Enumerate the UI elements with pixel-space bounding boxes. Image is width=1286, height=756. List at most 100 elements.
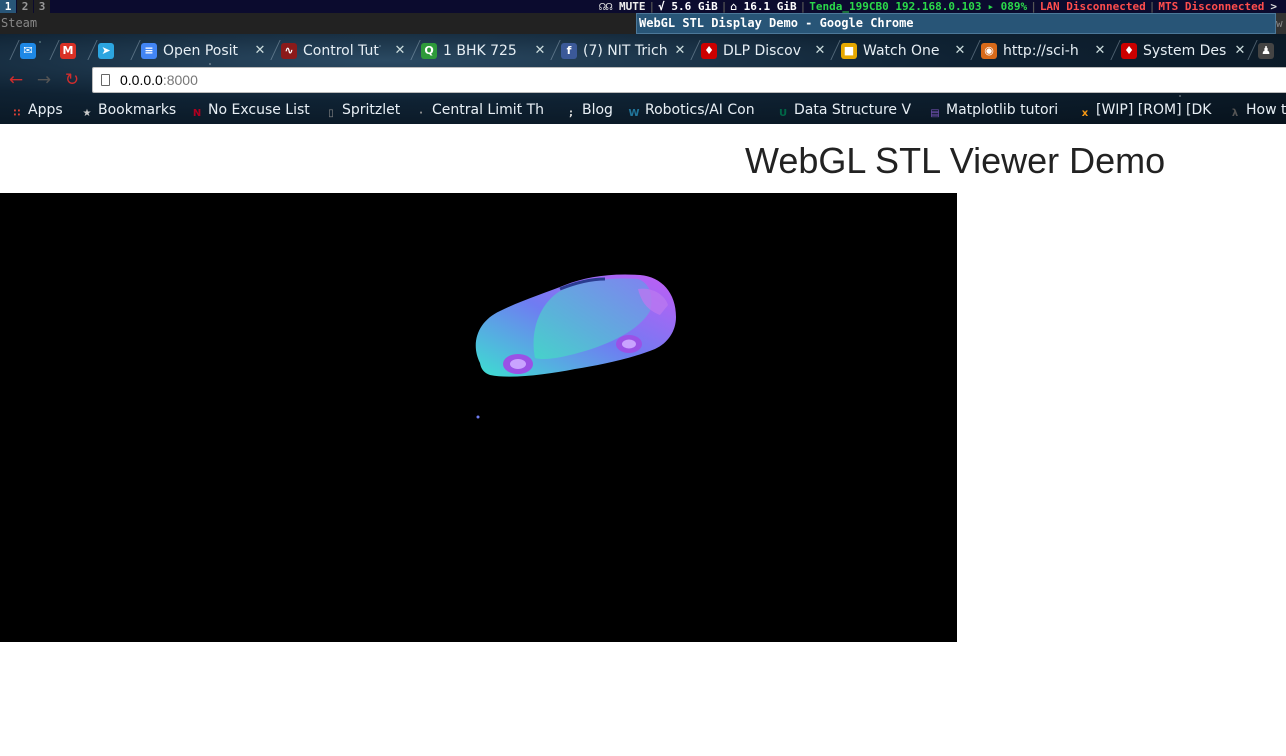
next-window-tab[interactable]: w [1276,13,1286,34]
tab-title: 1 BHK 725 [443,43,517,59]
bookmark-item[interactable]: λ How t [1228,100,1286,120]
xda-icon: x [1081,108,1089,119]
tab-divider [9,40,20,60]
bar-arrow: > [1270,0,1277,13]
steam-window-tab[interactable]: Steam [0,13,636,34]
url-port: :8000 [162,72,198,88]
page-content: WebGL STL Viewer Demo [0,124,1286,756]
back-button[interactable]: ← [6,70,26,90]
bookmark-label: Robotics/AI Con [645,102,755,118]
browser-tab[interactable]: ≡ Open Posit ✕ [141,38,267,64]
close-tab-icon[interactable]: ✕ [253,38,267,64]
tab-divider [830,40,841,60]
tab-divider [87,40,98,60]
close-tab-icon[interactable]: ✕ [1233,38,1247,64]
browser-tab[interactable]: ◉ http://sci-h ✕ [981,38,1107,64]
bookmark-item[interactable]: W Robotics/AI Con [627,100,755,120]
browser-tab[interactable]: ✉ [20,38,48,64]
wifi-status: Tenda_199CB0 192.168.0.103 [809,0,982,13]
close-tab-icon[interactable]: ✕ [953,38,967,64]
root-disk-status: √ 5.6 GiB [658,0,718,13]
bookmark-item[interactable]: U Data Structure V [776,100,911,120]
messenger-icon: ✉ [20,43,36,59]
bookmark-item[interactable]: ; Blog [564,100,613,120]
tab-divider [550,40,561,60]
stray-point [476,415,480,419]
star-icon: ★ [82,108,92,119]
bookmark-item[interactable]: x [WIP] [ROM] [DK [1078,100,1212,120]
lambda-icon: λ [1231,108,1239,119]
forward-button[interactable]: → [34,70,54,90]
volume-status: ☊☊ MUTE [599,0,646,13]
scihub-icon: ◉ [981,43,997,59]
url-text[interactable]: 0.0.0.0:8000 [120,68,198,92]
page-icon [101,74,110,86]
bookmark-item[interactable]: ∷ Apps [10,100,63,120]
browser-tab[interactable]: ♦ DLP Discov ✕ [701,38,827,64]
bookmark-label: Spritzlet [342,102,401,118]
person-icon: ♟ [1258,43,1274,59]
tab-divider [410,40,421,60]
bookmark-item[interactable]: N No Excuse List [190,100,310,120]
bookmark-label: Blog [582,102,613,118]
page-title: WebGL STL Viewer Demo [745,140,1166,181]
chrome-window-tab[interactable]: WebGL STL Display Demo - Google Chrome [636,13,1276,34]
browser-tab[interactable]: f (7) NIT Trich ✕ [561,38,687,64]
tab-title: Open Posit [163,43,239,59]
mts-status: MTS Disconnected [1158,0,1265,13]
telegram-icon: ➤ [98,43,114,59]
bookmark-label: No Excuse List [208,102,310,118]
reload-button[interactable]: ↻ [62,70,82,90]
browser-tab[interactable]: ∿ Control Tut ✕ [281,38,407,64]
browser-tab[interactable]: ♟ [1258,38,1286,64]
tab-divider [1247,40,1258,60]
semicolon-icon: ; [569,108,573,119]
tab-divider [270,40,281,60]
bookmark-label: [WIP] [ROM] [DK [1096,102,1212,118]
browser-tab[interactable]: ➤ [98,38,126,64]
tab-title: (7) NIT Trich [583,43,668,59]
browser-tab[interactable]: ♦ System Des ✕ [1121,38,1247,64]
close-tab-icon[interactable]: ✕ [813,38,827,64]
url-host: 0.0.0.0 [120,72,163,88]
close-tab-icon[interactable]: ✕ [673,38,687,64]
window-title-row: Steam WebGL STL Display Demo - Google Ch… [0,13,1286,34]
bookmark-item[interactable]: ▤ Matplotlib tutori [928,100,1058,120]
page-icon: ▯ [328,108,334,119]
control-tutorial-icon: ∿ [281,43,297,59]
toolbar: ← → ↻ 0.0.0.0:8000 [0,64,1286,96]
status-blocks: ☊☊ MUTE | √ 5.6 GiB | ⌂ 16.1 GiB | Tenda_199CB… [596,0,1280,13]
browser-tab[interactable]: Q 1 BHK 725 ✕ [421,38,547,64]
tab-title: http://sci-h [1003,43,1079,59]
quikr-icon: Q [421,43,437,59]
close-tab-icon[interactable]: ✕ [533,38,547,64]
workspace-3-button[interactable]: 3 [34,0,50,13]
notebook-icon: ▤ [930,108,940,119]
webgl-canvas[interactable] [0,193,957,642]
close-tab-icon[interactable]: ✕ [393,38,407,64]
bookmark-item[interactable]: ★ Bookmarks [80,100,177,120]
bookmark-item[interactable]: · Central Limit Th [414,100,544,120]
facebook-icon: f [561,43,577,59]
tab-title: DLP Discov [723,43,801,59]
stl-model-render [475,274,676,419]
bookmark-item[interactable]: ▯ Spritzlet [324,100,400,120]
workspace-1-button[interactable]: 1 [0,0,16,13]
bookmark-label: Central Limit Th [432,102,545,118]
close-tab-icon[interactable]: ✕ [1093,38,1107,64]
ti-icon: ♦ [701,43,717,59]
browser-chrome: ✉ M ➤ ≡ Open Posit ✕ ∿ Control Tut ✕ Q 1 BHK 725 ✕ f… [0,34,1286,124]
ti-icon: ♦ [1121,43,1137,59]
lan-status: LAN Disconnected [1039,0,1146,13]
gmail-icon: M [60,43,76,59]
battery-status: ▸ 089% [987,0,1028,13]
browser-tab[interactable]: ■ Watch One ✕ [841,38,967,64]
bookmark-label: How t [1246,102,1286,118]
wordpress-icon: W [628,108,640,119]
address-bar[interactable]: 0.0.0.0:8000 [92,67,1286,93]
workspace-2-button[interactable]: 2 [17,0,33,13]
tab-title: Control Tut [303,43,379,59]
tab-divider [49,40,60,60]
tab-strip: ✉ M ➤ ≡ Open Posit ✕ ∿ Control Tut ✕ Q 1 BHK 725 ✕ f… [0,34,1286,64]
browser-tab[interactable]: M [60,38,88,64]
